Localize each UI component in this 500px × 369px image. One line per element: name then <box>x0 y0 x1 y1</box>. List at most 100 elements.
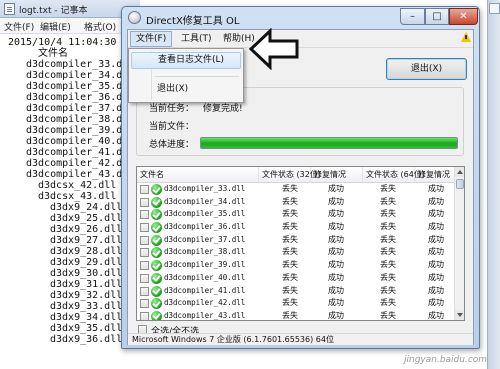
notepad-line: d3dcompiler_41.dll <box>26 147 135 158</box>
table-row[interactable]: d3dcompiler_37.dll 丢失 成功 丢失 成功 <box>137 234 455 247</box>
table-row[interactable]: d3dcompiler_38.dll 丢失 成功 丢失 成功 <box>137 246 455 259</box>
menu-item-view-log[interactable]: 查看日志文件(L) <box>131 52 241 69</box>
scroll-thumb[interactable] <box>456 179 464 189</box>
success-check-icon <box>151 260 162 272</box>
notepad-line: d3dx9_33.dll <box>50 301 123 312</box>
status-64-cell: 丢失 <box>380 196 396 206</box>
notepad-line: d3dx9_28.dll <box>50 246 123 257</box>
status-64-cell: 丢失 <box>380 310 396 320</box>
col-filename[interactable]: 文件名 <box>137 167 259 183</box>
table-header: 文件名 文件状态 (32位) 修复情况 文件状态 (64位) 修复情况 <box>137 167 455 183</box>
status-64-cell: 丢失 <box>380 184 396 193</box>
notepad-icon <box>4 3 15 15</box>
status-64-cell: 丢失 <box>380 209 396 219</box>
file-name-cell: d3dcompiler_41.dll <box>164 285 246 295</box>
row-checkbox[interactable] <box>140 273 149 283</box>
success-check-icon <box>151 272 162 284</box>
col-status-64[interactable]: 文件状态 (64位) <box>363 167 425 183</box>
table-row[interactable]: d3dcompiler_36.dll 丢失 成功 丢失 成功 <box>137 221 455 234</box>
repair-32-cell: 成功 <box>328 298 344 308</box>
row-checkbox[interactable] <box>140 311 149 320</box>
table-row[interactable]: d3dcompiler_40.dll 丢失 成功 丢失 成功 <box>137 272 455 285</box>
row-checkbox[interactable] <box>140 197 149 207</box>
exit-button[interactable]: 退出(X) <box>386 58 467 80</box>
dialog-client: 文件(F) 工具(T) 帮助(H) 查看日志文件(L) 退出(X) 退出(X) … <box>127 29 474 345</box>
row-checkbox[interactable] <box>140 286 149 296</box>
status-64-cell: 丢失 <box>380 272 396 282</box>
notepad-line: d3dcompiler_39.dll <box>26 125 135 136</box>
table-row[interactable]: d3dcompiler_33.dll 丢失 成功 丢失 成功 <box>137 183 455 196</box>
success-check-icon <box>151 298 162 310</box>
file-name-cell: d3dcompiler_34.dll <box>164 196 246 206</box>
notepad-timestamp: 2015/10/4 11:04:30 <box>8 37 117 48</box>
scroll-up-arrow[interactable] <box>455 167 464 177</box>
scroll-down-arrow[interactable] <box>455 310 464 320</box>
success-check-icon <box>151 209 162 221</box>
success-check-icon <box>151 285 162 297</box>
table-body: d3dcompiler_33.dll 丢失 成功 丢失 成功 d3dcompiler_34… <box>137 183 455 320</box>
minimize-button[interactable]: – <box>400 8 425 25</box>
menu-item-exit[interactable]: 退出(X) <box>131 81 241 98</box>
menu-tools[interactable]: 工具(T) <box>176 31 217 47</box>
row-checkbox[interactable] <box>140 261 149 271</box>
current-file-label: 当前文件： <box>149 122 195 132</box>
status-32-cell: 丢失 <box>282 184 298 193</box>
table-row[interactable]: d3dcompiler_41.dll 丢失 成功 丢失 成功 <box>137 285 455 298</box>
success-check-icon <box>151 222 162 234</box>
notepad-text-area[interactable]: 2015/10/4 11:04:30 文件名 d3dcompiler_33.dll d… <box>8 37 134 345</box>
status-32-cell: 丢失 <box>282 298 298 308</box>
table-row[interactable]: d3dcompiler_42.dll 丢失 成功 丢失 成功 <box>137 297 455 310</box>
notepad-line: d3dx9_36.dll <box>50 334 123 345</box>
status-64-cell: 丢失 <box>380 247 396 257</box>
status-32-cell: 丢失 <box>282 234 298 244</box>
status-64-cell: 丢失 <box>380 260 396 270</box>
notepad-line: d3dx9_32.dll <box>50 290 123 301</box>
repair-32-cell: 成功 <box>328 272 344 282</box>
row-checkbox[interactable] <box>140 248 149 258</box>
dialog-titlebar: DirectX修复工具 OL – □ ✕ <box>122 7 479 29</box>
repair-64-cell: 成功 <box>428 222 444 232</box>
repair-64-cell: 成功 <box>428 272 444 282</box>
status-64-cell: 丢失 <box>380 234 396 244</box>
col-repair-32[interactable]: 修复情况 <box>311 167 363 183</box>
status-32-cell: 丢失 <box>282 285 298 295</box>
row-checkbox[interactable] <box>140 185 149 194</box>
notepad-line: d3dcompiler_42.dll <box>26 158 135 169</box>
file-name-cell: d3dcompiler_42.dll <box>164 298 246 308</box>
repair-32-cell: 成功 <box>328 247 344 257</box>
repair-64-cell: 成功 <box>428 247 444 257</box>
notepad-line: d3dx9_24.dll <box>50 202 123 213</box>
notepad-menu-format[interactable]: 格式(O) <box>84 20 116 33</box>
notepad-menu-file[interactable]: 文件(F) <box>4 20 34 33</box>
notepad-right-edge <box>487 0 500 369</box>
table-scrollbar[interactable] <box>454 167 464 320</box>
warning-icon[interactable] <box>461 32 471 42</box>
col-status-32[interactable]: 文件状态 (32位) <box>259 167 321 183</box>
row-checkbox[interactable] <box>140 210 149 220</box>
menu-file[interactable]: 文件(F) <box>130 31 173 47</box>
status-32-cell: 丢失 <box>282 260 298 270</box>
table-row[interactable]: d3dcompiler_34.dll 丢失 成功 丢失 成功 <box>137 196 455 209</box>
success-check-icon <box>151 247 162 259</box>
maximize-button[interactable]: □ <box>425 8 449 25</box>
row-checkbox[interactable] <box>140 235 149 245</box>
row-checkbox[interactable] <box>140 223 149 233</box>
notepad-titlebar: logt.txt - 记事本 <box>0 0 140 18</box>
watermark: jingyan.baidu.com <box>404 355 488 365</box>
file-name-cell: d3dcompiler_39.dll <box>164 260 246 270</box>
table-row[interactable]: d3dcompiler_35.dll 丢失 成功 丢失 成功 <box>137 208 455 221</box>
row-checkbox[interactable] <box>140 299 149 309</box>
table-row[interactable]: d3dcompiler_43.dll 丢失 成功 丢失 成功 <box>137 310 455 320</box>
repair-32-cell: 成功 <box>328 222 344 232</box>
repair-32-cell: 成功 <box>328 184 344 193</box>
table-row[interactable]: d3dcompiler_39.dll 丢失 成功 丢失 成功 <box>137 259 455 272</box>
repair-64-cell: 成功 <box>428 234 444 244</box>
repair-64-cell: 成功 <box>428 196 444 206</box>
repair-64-cell: 成功 <box>428 285 444 295</box>
close-button[interactable]: ✕ <box>449 8 478 25</box>
notepad-line: d3dcompiler_34.dll <box>26 70 135 81</box>
repair-32-cell: 成功 <box>328 260 344 270</box>
col-repair-64[interactable]: 修复情况 <box>415 167 455 183</box>
notepad-menu-edit[interactable]: 编辑(E) <box>40 20 71 33</box>
notepad-scroll-up[interactable] <box>489 3 500 14</box>
